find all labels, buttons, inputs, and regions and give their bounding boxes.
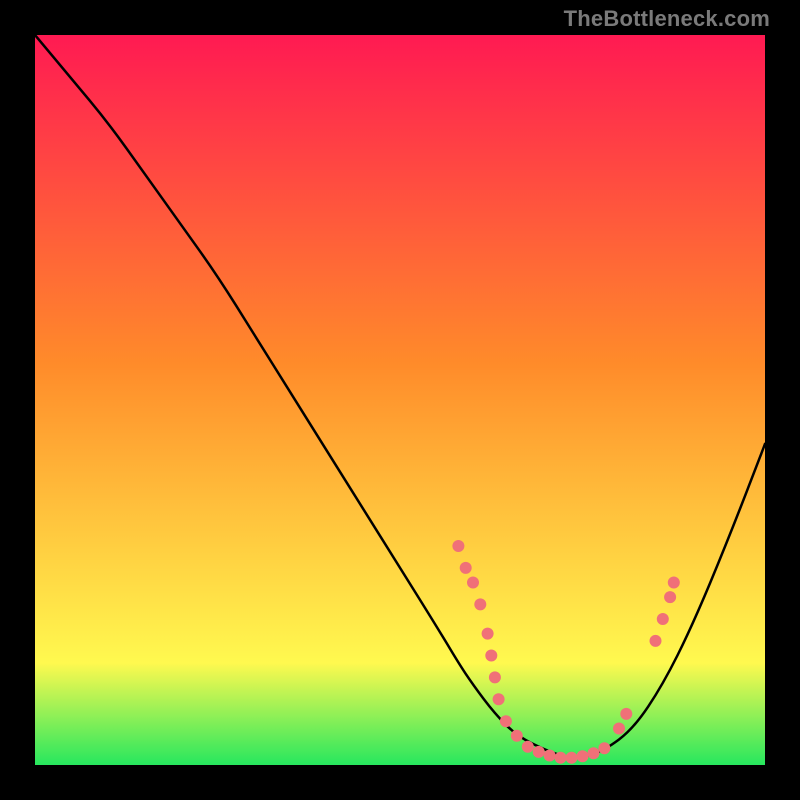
marker-dot	[664, 591, 676, 603]
marker-dot	[533, 746, 545, 758]
marker-dot	[620, 708, 632, 720]
marker-dot	[467, 577, 479, 589]
marker-dot	[511, 730, 523, 742]
marker-dot	[566, 752, 578, 764]
marker-dots-group	[452, 540, 679, 764]
marker-dot	[544, 750, 556, 762]
watermark-text: TheBottleneck.com	[564, 6, 770, 32]
marker-dot	[577, 750, 589, 762]
plot-frame	[35, 35, 765, 765]
marker-dot	[452, 540, 464, 552]
marker-dot	[650, 635, 662, 647]
marker-dot	[555, 752, 567, 764]
marker-dot	[668, 577, 680, 589]
marker-dot	[657, 613, 669, 625]
marker-dot	[613, 723, 625, 735]
marker-dot	[489, 671, 501, 683]
marker-dot	[485, 650, 497, 662]
marker-dot	[474, 598, 486, 610]
marker-dot	[500, 715, 512, 727]
marker-dot	[598, 742, 610, 754]
marker-dot	[588, 747, 600, 759]
marker-dot	[482, 628, 494, 640]
marker-dot	[460, 562, 472, 574]
plot-svg	[35, 35, 765, 765]
marker-dot	[522, 741, 534, 753]
marker-dot	[493, 693, 505, 705]
bottleneck-curve	[35, 35, 765, 758]
